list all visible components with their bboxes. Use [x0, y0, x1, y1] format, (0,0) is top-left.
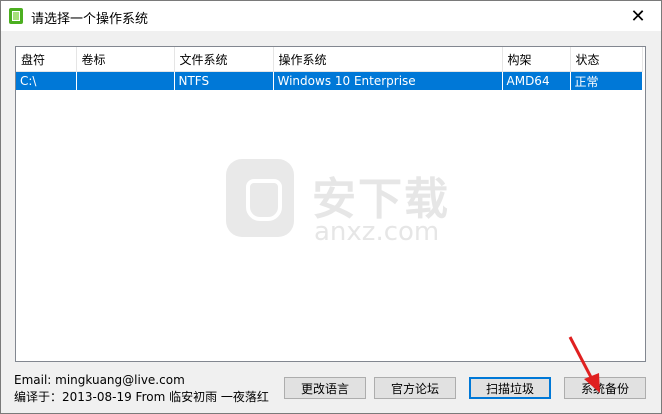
column-header-label[interactable]: 卷标: [76, 47, 175, 72]
title-bar[interactable]: 请选择一个操作系统 ✕: [1, 1, 661, 31]
cell-status: 正常: [570, 71, 643, 90]
change-language-button[interactable]: 更改语言: [284, 377, 366, 399]
compiled-text: 编译于：2013-08-19 From 临安初雨 一夜落红: [14, 390, 269, 404]
cell-arch: AMD64: [502, 71, 571, 90]
close-button[interactable]: ✕: [615, 1, 661, 31]
column-header-drive[interactable]: 盘符: [16, 47, 77, 72]
table-row[interactable]: C:\ NTFS Windows 10 Enterprise AMD64 正常: [16, 71, 643, 90]
column-header-filesystem[interactable]: 文件系统: [174, 47, 274, 72]
cell-drive: C:\: [16, 71, 77, 90]
scan-junk-button[interactable]: 扫描垃圾: [469, 377, 551, 399]
cell-filesystem: NTFS: [174, 71, 274, 90]
column-header-os[interactable]: 操作系统: [273, 47, 503, 72]
os-list[interactable]: 盘符 卷标 文件系统 操作系统 构架 状态 C:\ NTFS Windows 1…: [15, 46, 646, 362]
watermark: 安下载 anxz.com: [226, 159, 456, 249]
table-header-row: 盘符 卷标 文件系统 操作系统 构架 状态: [16, 47, 643, 72]
cell-os: Windows 10 Enterprise: [273, 71, 503, 90]
window-title: 请选择一个操作系统: [31, 12, 149, 27]
column-header-status[interactable]: 状态: [570, 47, 643, 72]
watermark-brand: 安下载: [312, 174, 450, 225]
email-text: Email: mingkuang@live.com: [14, 373, 185, 387]
watermark-domain: anxz.com: [314, 217, 440, 247]
red-arrow-icon: [568, 336, 600, 393]
app-icon: [9, 8, 23, 24]
os-table: 盘符 卷标 文件系统 操作系统 构架 状态 C:\ NTFS Windows 1…: [16, 47, 643, 90]
cell-label: [76, 71, 175, 90]
dialog-window: 请选择一个操作系统 ✕ 盘符 卷标 文件系统 操作系统 构架 状态 C:\ NT…: [0, 0, 662, 414]
watermark-shield-icon: [226, 159, 294, 237]
official-forum-button[interactable]: 官方论坛: [374, 377, 456, 399]
column-header-arch[interactable]: 构架: [502, 47, 571, 72]
